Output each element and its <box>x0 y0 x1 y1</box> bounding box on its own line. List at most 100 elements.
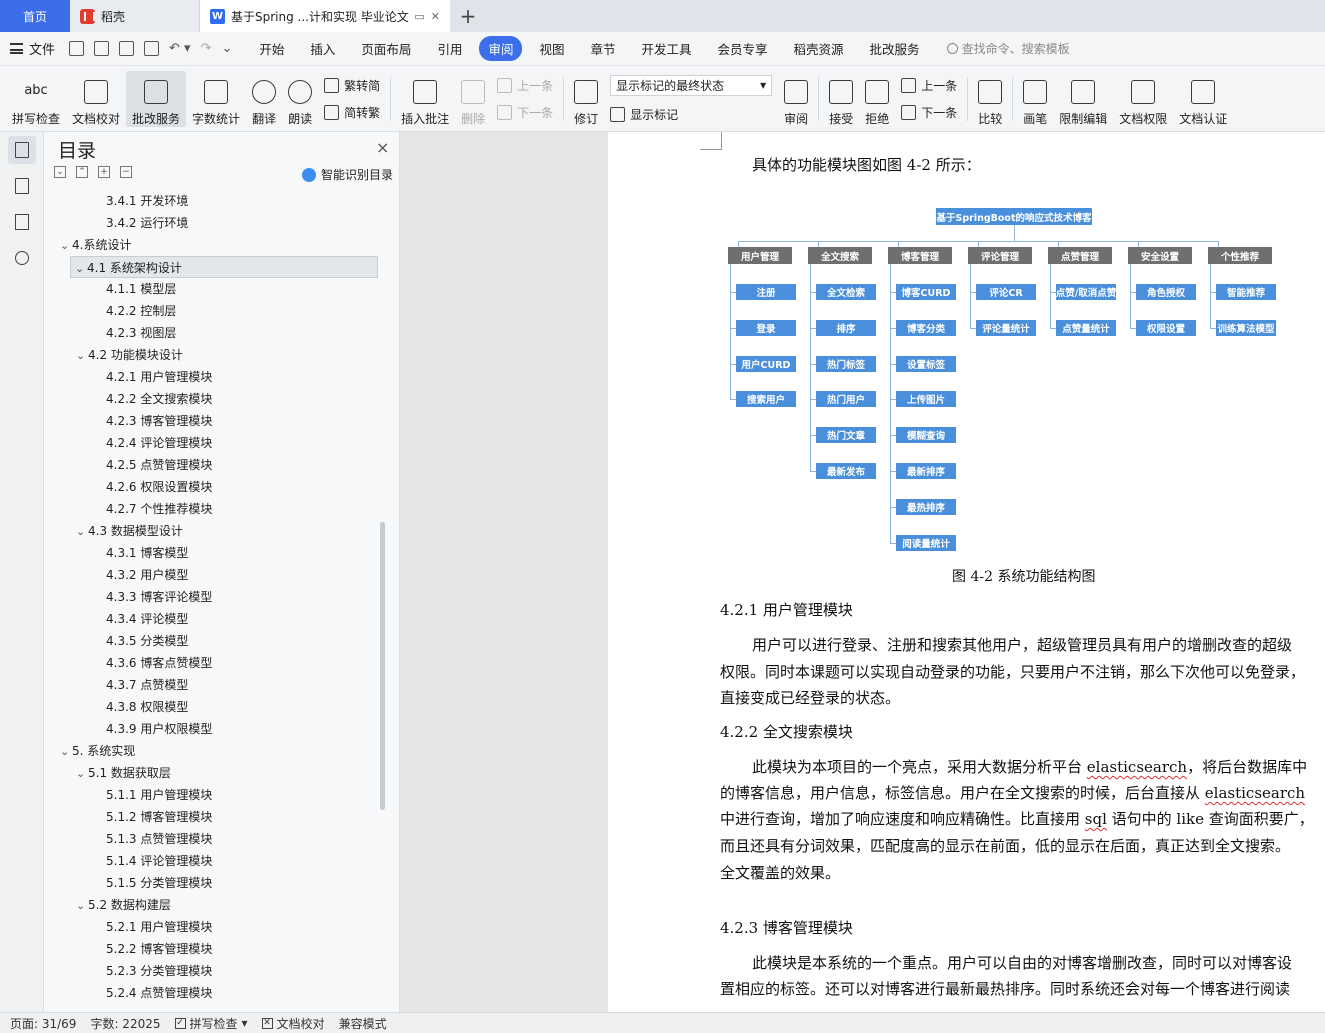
toc-item[interactable]: 4.2.1 用户管理模块 <box>106 366 212 388</box>
read-aloud-button[interactable]: 朗读 <box>282 71 318 127</box>
toc-item[interactable]: 4.3.9 用户权限模型 <box>106 718 212 740</box>
toc-item[interactable]: 4.2.6 权限设置模块 <box>106 476 212 498</box>
toc-item[interactable]: 4.3.1 博客模型 <box>106 542 188 564</box>
more-chevron-icon[interactable]: ⌄ <box>221 41 232 56</box>
structure-panel-button[interactable] <box>8 172 36 200</box>
toc-item[interactable]: ⌄ 5.2 数据构建层 <box>76 894 171 916</box>
page-indicator[interactable]: 页面: 31/69 <box>10 1015 76 1032</box>
toc-item[interactable]: 4.3.6 博客点赞模型 <box>106 652 212 674</box>
restrict-edit-button[interactable]: 限制编辑 <box>1053 71 1113 127</box>
menu-item-2[interactable]: 页面布局 <box>352 36 420 61</box>
chevron-down-icon[interactable]: ⌄ <box>76 345 88 367</box>
menu-item-5[interactable]: 视图 <box>530 36 573 61</box>
toc-item[interactable]: ⌄ 4.2 功能模块设计 <box>76 344 183 366</box>
file-menu[interactable]: 文件 <box>10 39 55 58</box>
toc-item[interactable]: 4.3.7 点赞模型 <box>106 674 188 696</box>
menu-item-8[interactable]: 会员专享 <box>709 36 777 61</box>
toc-panel-button[interactable] <box>8 136 36 164</box>
toc-item[interactable]: ⌄ 4.系统设计 <box>60 234 131 256</box>
toc-item[interactable]: 4.2.5 点赞管理模块 <box>106 454 212 476</box>
chevron-down-icon[interactable]: ⌄ <box>75 258 87 280</box>
toc-item[interactable]: ⌄ 5. 系统实现 <box>60 740 135 762</box>
tab-home[interactable]: 首页 <box>0 0 70 32</box>
toc-item[interactable]: 4.2.7 个性推荐模块 <box>106 498 212 520</box>
toc-item[interactable]: 3.4.1 开发环境 <box>106 190 188 212</box>
word-count[interactable]: 字数: 22025 <box>90 1015 160 1032</box>
next-change-button[interactable]: 下一条 <box>901 104 957 121</box>
expand-all-icon[interactable]: ⌄ <box>54 166 66 178</box>
toc-item[interactable]: 4.1.1 模型层 <box>106 278 176 300</box>
close-tab-icon[interactable]: ✕ <box>431 10 440 23</box>
toc-item[interactable]: 5.1.3 点赞管理模块 <box>106 828 212 850</box>
insert-comment-button[interactable]: 插入批注 <box>395 71 455 127</box>
toc-item[interactable]: 5.1.2 博客管理模块 <box>106 806 212 828</box>
toc-item[interactable]: 3.4.2 运行环境 <box>106 212 188 234</box>
chevron-down-icon[interactable]: ⌄ <box>76 895 88 917</box>
toc-item[interactable]: 4.3.8 权限模型 <box>106 696 188 718</box>
tab-document[interactable]: W 基于Spring ...计和实现 毕业论文 ▭ ✕ <box>200 0 450 32</box>
toc-item[interactable]: 4.2.3 博客管理模块 <box>106 410 212 432</box>
translate-button[interactable]: 翻译 <box>246 71 282 127</box>
prev-comment-button[interactable]: 上一条 <box>497 77 553 94</box>
next-comment-button[interactable]: 下一条 <box>497 104 553 121</box>
toc-scrollbar[interactable] <box>380 522 385 810</box>
toc-item[interactable]: 4.2.4 评论管理模块 <box>106 432 212 454</box>
export-icon[interactable] <box>94 41 110 56</box>
toc-item[interactable]: 4.3.4 评论模型 <box>106 608 188 630</box>
toc-item[interactable]: ⌄ 4.1 系统架构设计 <box>70 256 378 278</box>
doc-permission-button[interactable]: 文档权限 <box>1113 71 1173 127</box>
toc-item[interactable]: 5.2.4 点赞管理模块 <box>106 982 212 1004</box>
toc-item[interactable]: 5.1.4 评论管理模块 <box>106 850 212 872</box>
spell-check-button[interactable]: abc 拼写检查 <box>6 71 66 127</box>
menu-item-3[interactable]: 引用 <box>428 36 471 61</box>
review-service-button[interactable]: 批改服务 <box>126 70 187 127</box>
markup-state-select[interactable]: 显示标记的最终状态 ▾ <box>610 74 773 96</box>
menu-item-4[interactable]: 审阅 <box>479 36 523 61</box>
toc-item[interactable]: 5.1.5 分类管理模块 <box>106 872 212 894</box>
doc-certify-button[interactable]: 文档认证 <box>1173 71 1233 127</box>
toc-item[interactable]: 4.3.3 博客评论模型 <box>106 586 212 608</box>
toc-item[interactable]: 4.3.2 用户模型 <box>106 564 188 586</box>
command-search[interactable]: 查找命令、搜索模板 <box>946 40 1070 57</box>
remove-heading-icon[interactable]: − <box>120 166 132 178</box>
compare-button[interactable]: 比较 <box>972 71 1008 127</box>
smart-toc-button[interactable]: 智能识别目录 <box>302 166 393 183</box>
undo-icon[interactable]: ↶ ▾ <box>169 41 191 56</box>
menu-item-7[interactable]: 开发工具 <box>633 36 701 61</box>
chevron-down-icon[interactable]: ⌄ <box>60 235 72 257</box>
close-icon[interactable]: × <box>376 138 389 157</box>
menu-item-9[interactable]: 稻壳资源 <box>785 36 853 61</box>
chevron-down-icon[interactable]: ⌄ <box>60 741 72 763</box>
new-tab-button[interactable]: + <box>450 0 486 32</box>
toc-item[interactable]: 4.3.5 分类模型 <box>106 630 188 652</box>
menu-item-1[interactable]: 插入 <box>301 36 344 61</box>
menu-item-10[interactable]: 批改服务 <box>861 36 929 61</box>
simp-to-trad-button[interactable]: 简转繁 <box>324 104 380 121</box>
spell-check-status[interactable]: ✓ 拼写检查 ▾ <box>174 1015 248 1032</box>
tab-daoke[interactable]: 稻壳 <box>70 0 200 32</box>
print-preview-icon[interactable] <box>144 41 160 56</box>
track-changes-button[interactable]: 修订 <box>568 71 604 127</box>
accept-button[interactable]: 接受 <box>823 71 859 127</box>
toc-item[interactable]: ⌄ 5.1 数据获取层 <box>76 762 171 784</box>
menu-item-0[interactable]: 开始 <box>250 36 293 61</box>
toc-item[interactable]: 4.2.2 控制层 <box>106 300 176 322</box>
toc-item[interactable]: 5.2.2 博客管理模块 <box>106 938 212 960</box>
toc-item[interactable]: ⌄ 4.3 数据模型设计 <box>76 520 183 542</box>
toc-item[interactable]: 5.2.3 分类管理模块 <box>106 960 212 982</box>
trad-to-simp-button[interactable]: 繁转简 <box>324 77 380 94</box>
collapse-all-icon[interactable]: ⌃ <box>76 166 88 178</box>
toc-item[interactable]: 5.1.1 用户管理模块 <box>106 784 212 806</box>
chevron-down-icon[interactable]: ⌄ <box>76 763 88 785</box>
reject-button[interactable]: 拒绝 <box>859 71 895 127</box>
redo-icon[interactable]: ↷ <box>201 41 212 56</box>
bookmark-panel-button[interactable] <box>8 208 36 236</box>
menu-item-6[interactable]: 章节 <box>581 36 624 61</box>
doc-check-status[interactable]: ✕ 文档校对 <box>261 1015 325 1032</box>
monitor-icon[interactable]: ▭ <box>414 10 424 23</box>
doc-check-button[interactable]: 文档校对 <box>66 71 126 127</box>
toc-item[interactable]: 4.2.2 全文搜索模块 <box>106 388 212 410</box>
review-pane-button[interactable]: 审阅 <box>778 71 814 127</box>
print-icon[interactable] <box>119 41 135 56</box>
find-panel-button[interactable] <box>8 244 36 272</box>
